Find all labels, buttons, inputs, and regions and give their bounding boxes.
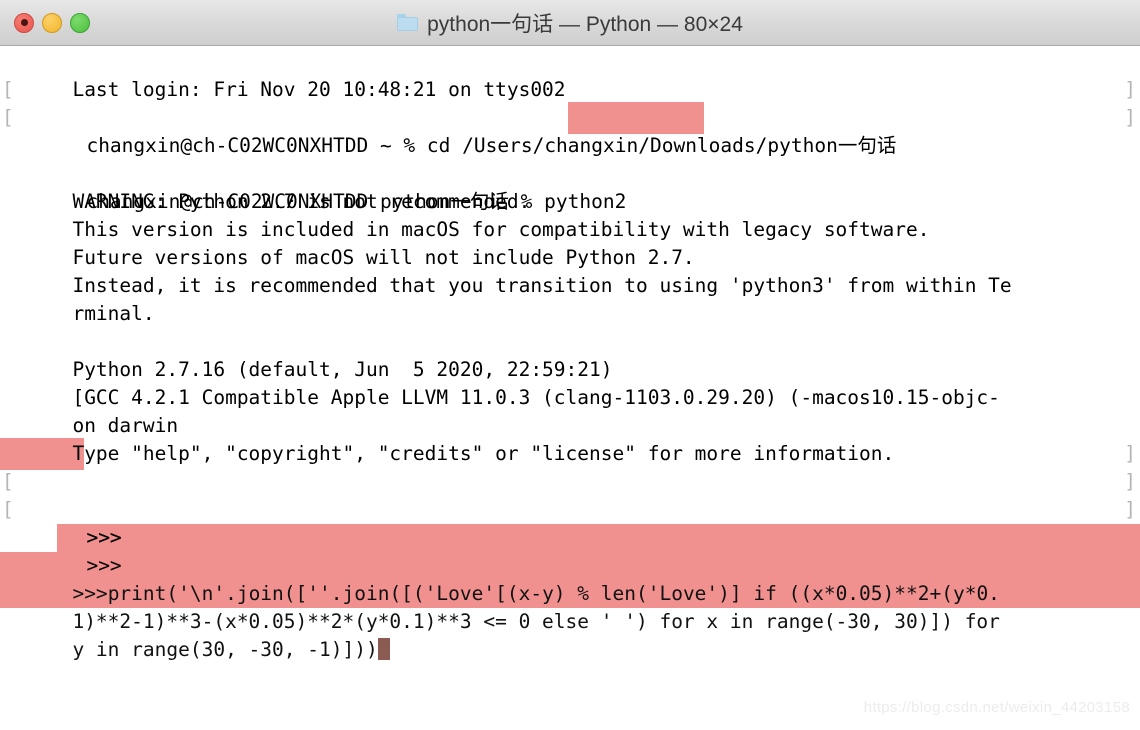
- terminal-text: Instead, it is recommended that you tran…: [72, 274, 1012, 297]
- folder-icon: [397, 14, 419, 31]
- python-prompt: >>>: [72, 582, 108, 605]
- command-text: y in range(30, -30, -1)])): [72, 638, 378, 661]
- bracket-right-marker: ]: [1124, 442, 1136, 465]
- bracket-right-marker: ]: [1124, 106, 1136, 129]
- traffic-light-group: [0, 12, 90, 33]
- terminal-text: rminal.: [72, 302, 155, 325]
- selection-highlight: [57, 524, 1140, 552]
- terminal-prompt-line: [ >>> ]: [0, 496, 1140, 577]
- bracket-left-marker: [: [2, 470, 14, 493]
- terminal-prompt-line: [ >>> ]: [0, 468, 1140, 549]
- terminal-text: Python 2.7.16 (default, Jun 5 2020, 22:5…: [72, 358, 613, 381]
- terminal-text: on darwin: [72, 414, 179, 437]
- selection-highlight: [0, 552, 1140, 580]
- terminal-text: WARNING: Python 2.7 is not recommended.: [72, 190, 531, 213]
- python-prompt: >>>: [86, 526, 122, 549]
- window-title: python一句话 — Python — 80×24: [427, 12, 743, 36]
- window-titlebar: python一句话 — Python — 80×24: [0, 0, 1140, 46]
- bracket-left-marker: [: [2, 78, 14, 101]
- terminal-window: python一句话 — Python — 80×24 Last login: F…: [0, 0, 1140, 730]
- zoom-button[interactable]: [70, 12, 90, 33]
- terminal-line: WARNING: Python 2.7 is not recommended.: [0, 160, 1140, 213]
- command-text: print('\n'.join([''.join([('Love'[(x-y) …: [107, 582, 1000, 605]
- bracket-right-marker: ]: [1124, 470, 1136, 493]
- bracket-right-marker: ]: [1124, 78, 1136, 101]
- bracket-right-marker: ]: [1124, 498, 1136, 521]
- minimize-button[interactable]: [42, 12, 62, 33]
- close-icon: [20, 19, 28, 26]
- terminal-text: Last login: Fri Nov 20 10:48:21 on ttys0…: [72, 78, 566, 101]
- command-line-2: 1)**2-1)**3-(x*0.05)**2*(y*0.1)**3 <= 0 …: [0, 552, 1140, 633]
- command-text: 1)**2-1)**3-(x*0.05)**2*(y*0.1)**3 <= 0 …: [72, 610, 1000, 633]
- terminal-text: Future versions of macOS will not includ…: [72, 246, 695, 269]
- terminal-line: Python 2.7.16 (default, Jun 5 2020, 22:5…: [0, 328, 1140, 381]
- watermark: https://blog.csdn.net/weixin_44203158: [863, 699, 1130, 716]
- title-area: python一句话 — Python — 80×24: [0, 0, 1140, 45]
- terminal-content[interactable]: Last login: Fri Nov 20 10:48:21 on ttys0…: [0, 46, 1140, 730]
- terminal-text: changxin@ch-C02WC0NXHTDD ~ % cd /Users/c…: [86, 134, 897, 157]
- terminal-line-python2: [ changxin@ch-C02WC0NXHTDD python一句话 % p…: [0, 102, 1140, 213]
- command-line-1: >>>print('\n'.join([''.join([('Love'[(x-…: [0, 524, 1140, 605]
- terminal-text: Type "help", "copyright", "credits" or "…: [72, 442, 895, 465]
- highlighted-command: python2: [544, 190, 627, 213]
- close-button[interactable]: [14, 12, 34, 33]
- python-prompt: >>>: [86, 554, 122, 577]
- terminal-text: This version is included in macOS for co…: [72, 218, 930, 241]
- selection-highlight: [568, 102, 704, 134]
- bracket-left-marker: [: [2, 106, 14, 129]
- terminal-text: [GCC 4.2.1 Compatible Apple LLVM 11.0.3 …: [72, 386, 1000, 409]
- terminal-line: Last login: Fri Nov 20 10:48:21 on ttys0…: [0, 48, 1140, 101]
- text-cursor: [377, 638, 390, 660]
- bracket-left-marker: [: [2, 498, 14, 521]
